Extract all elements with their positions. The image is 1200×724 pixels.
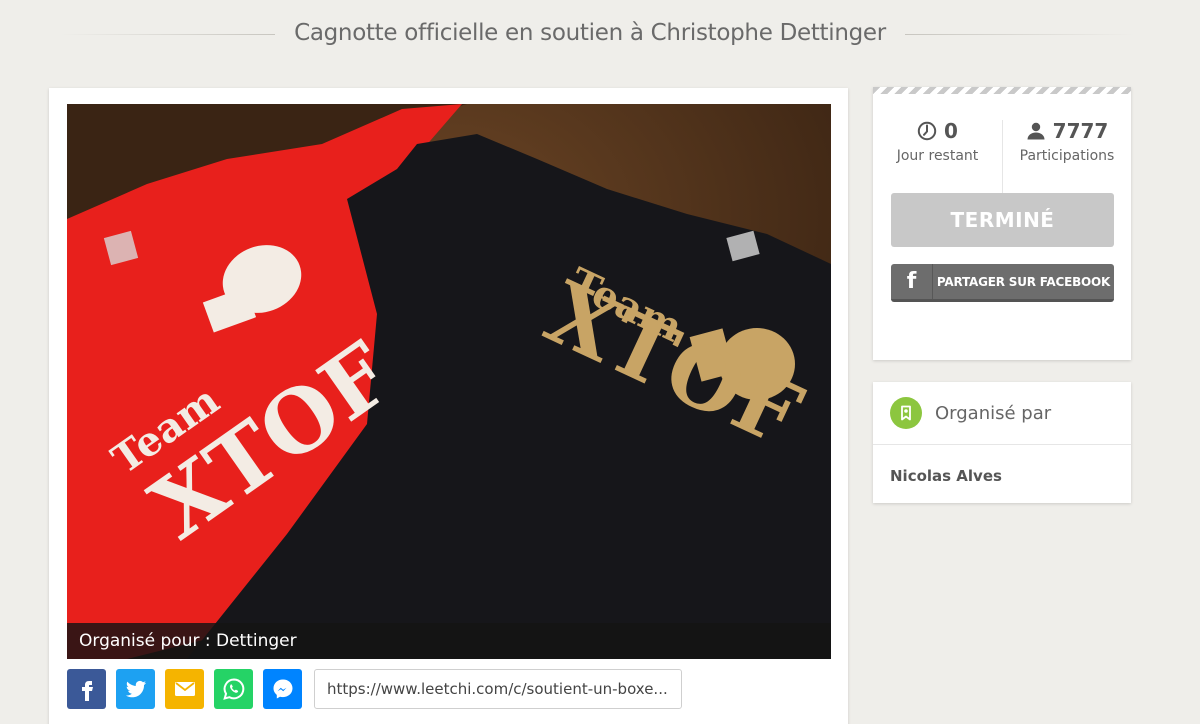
title-divider-right [905,34,1135,35]
share-email-button[interactable] [165,669,204,709]
whatsapp-icon [222,678,244,700]
stripe-border [873,87,1131,94]
organizer-badge [890,397,922,429]
share-row [67,668,682,710]
share-twitter-button[interactable] [116,669,155,709]
facebook-icon [81,681,93,701]
messenger-icon [273,679,292,699]
stats-card: 0 Jour restant 7777 Participations TERMI… [873,87,1131,360]
organizer-title: Organisé par [935,402,1052,424]
organizer-header: Organisé par [873,382,1131,445]
campaign-photo: Team XTOF Team XTOF Organisé pour : Dett… [67,104,831,659]
facebook-icon: f [891,264,933,299]
stats-row: 0 Jour restant 7777 Participations [873,119,1131,194]
clock-icon [917,121,937,141]
share-messenger-button[interactable] [263,669,302,709]
days-remaining-label: Jour restant [896,148,979,164]
share-url-field[interactable] [314,669,682,709]
facebook-share-button[interactable]: f PARTAGER SUR FACEBOOK [891,264,1114,302]
campaign-card: Team XTOF Team XTOF Organisé pour : Dett… [49,88,848,724]
participants-value: 7777 [1052,119,1109,143]
share-whatsapp-button[interactable] [214,669,253,709]
facebook-share-label: PARTAGER SUR FACEBOOK [936,274,1111,289]
header: Cagnotte officielle en soutien à Christo… [0,0,1200,70]
participants-label: Participations [1019,148,1115,164]
days-remaining-value: 0 [944,119,958,143]
status-button[interactable]: TERMINÉ [891,193,1114,247]
organizer-name[interactable]: Nicolas Alves [873,445,1131,507]
bookmark-badge-icon [901,405,911,421]
photo-caption: Organisé pour : Dettinger [67,623,831,659]
page-title: Cagnotte officielle en soutien à Christo… [294,20,886,46]
days-remaining-stat: 0 Jour restant [873,119,1002,194]
email-icon [174,682,195,696]
share-facebook-button[interactable] [67,669,106,709]
user-icon [1027,122,1045,140]
tshirts-image: Team XTOF Team XTOF [67,104,831,659]
twitter-icon [125,680,146,698]
participants-stat: 7777 Participations [1002,119,1131,194]
organizer-card: Organisé par Nicolas Alves [873,382,1131,503]
